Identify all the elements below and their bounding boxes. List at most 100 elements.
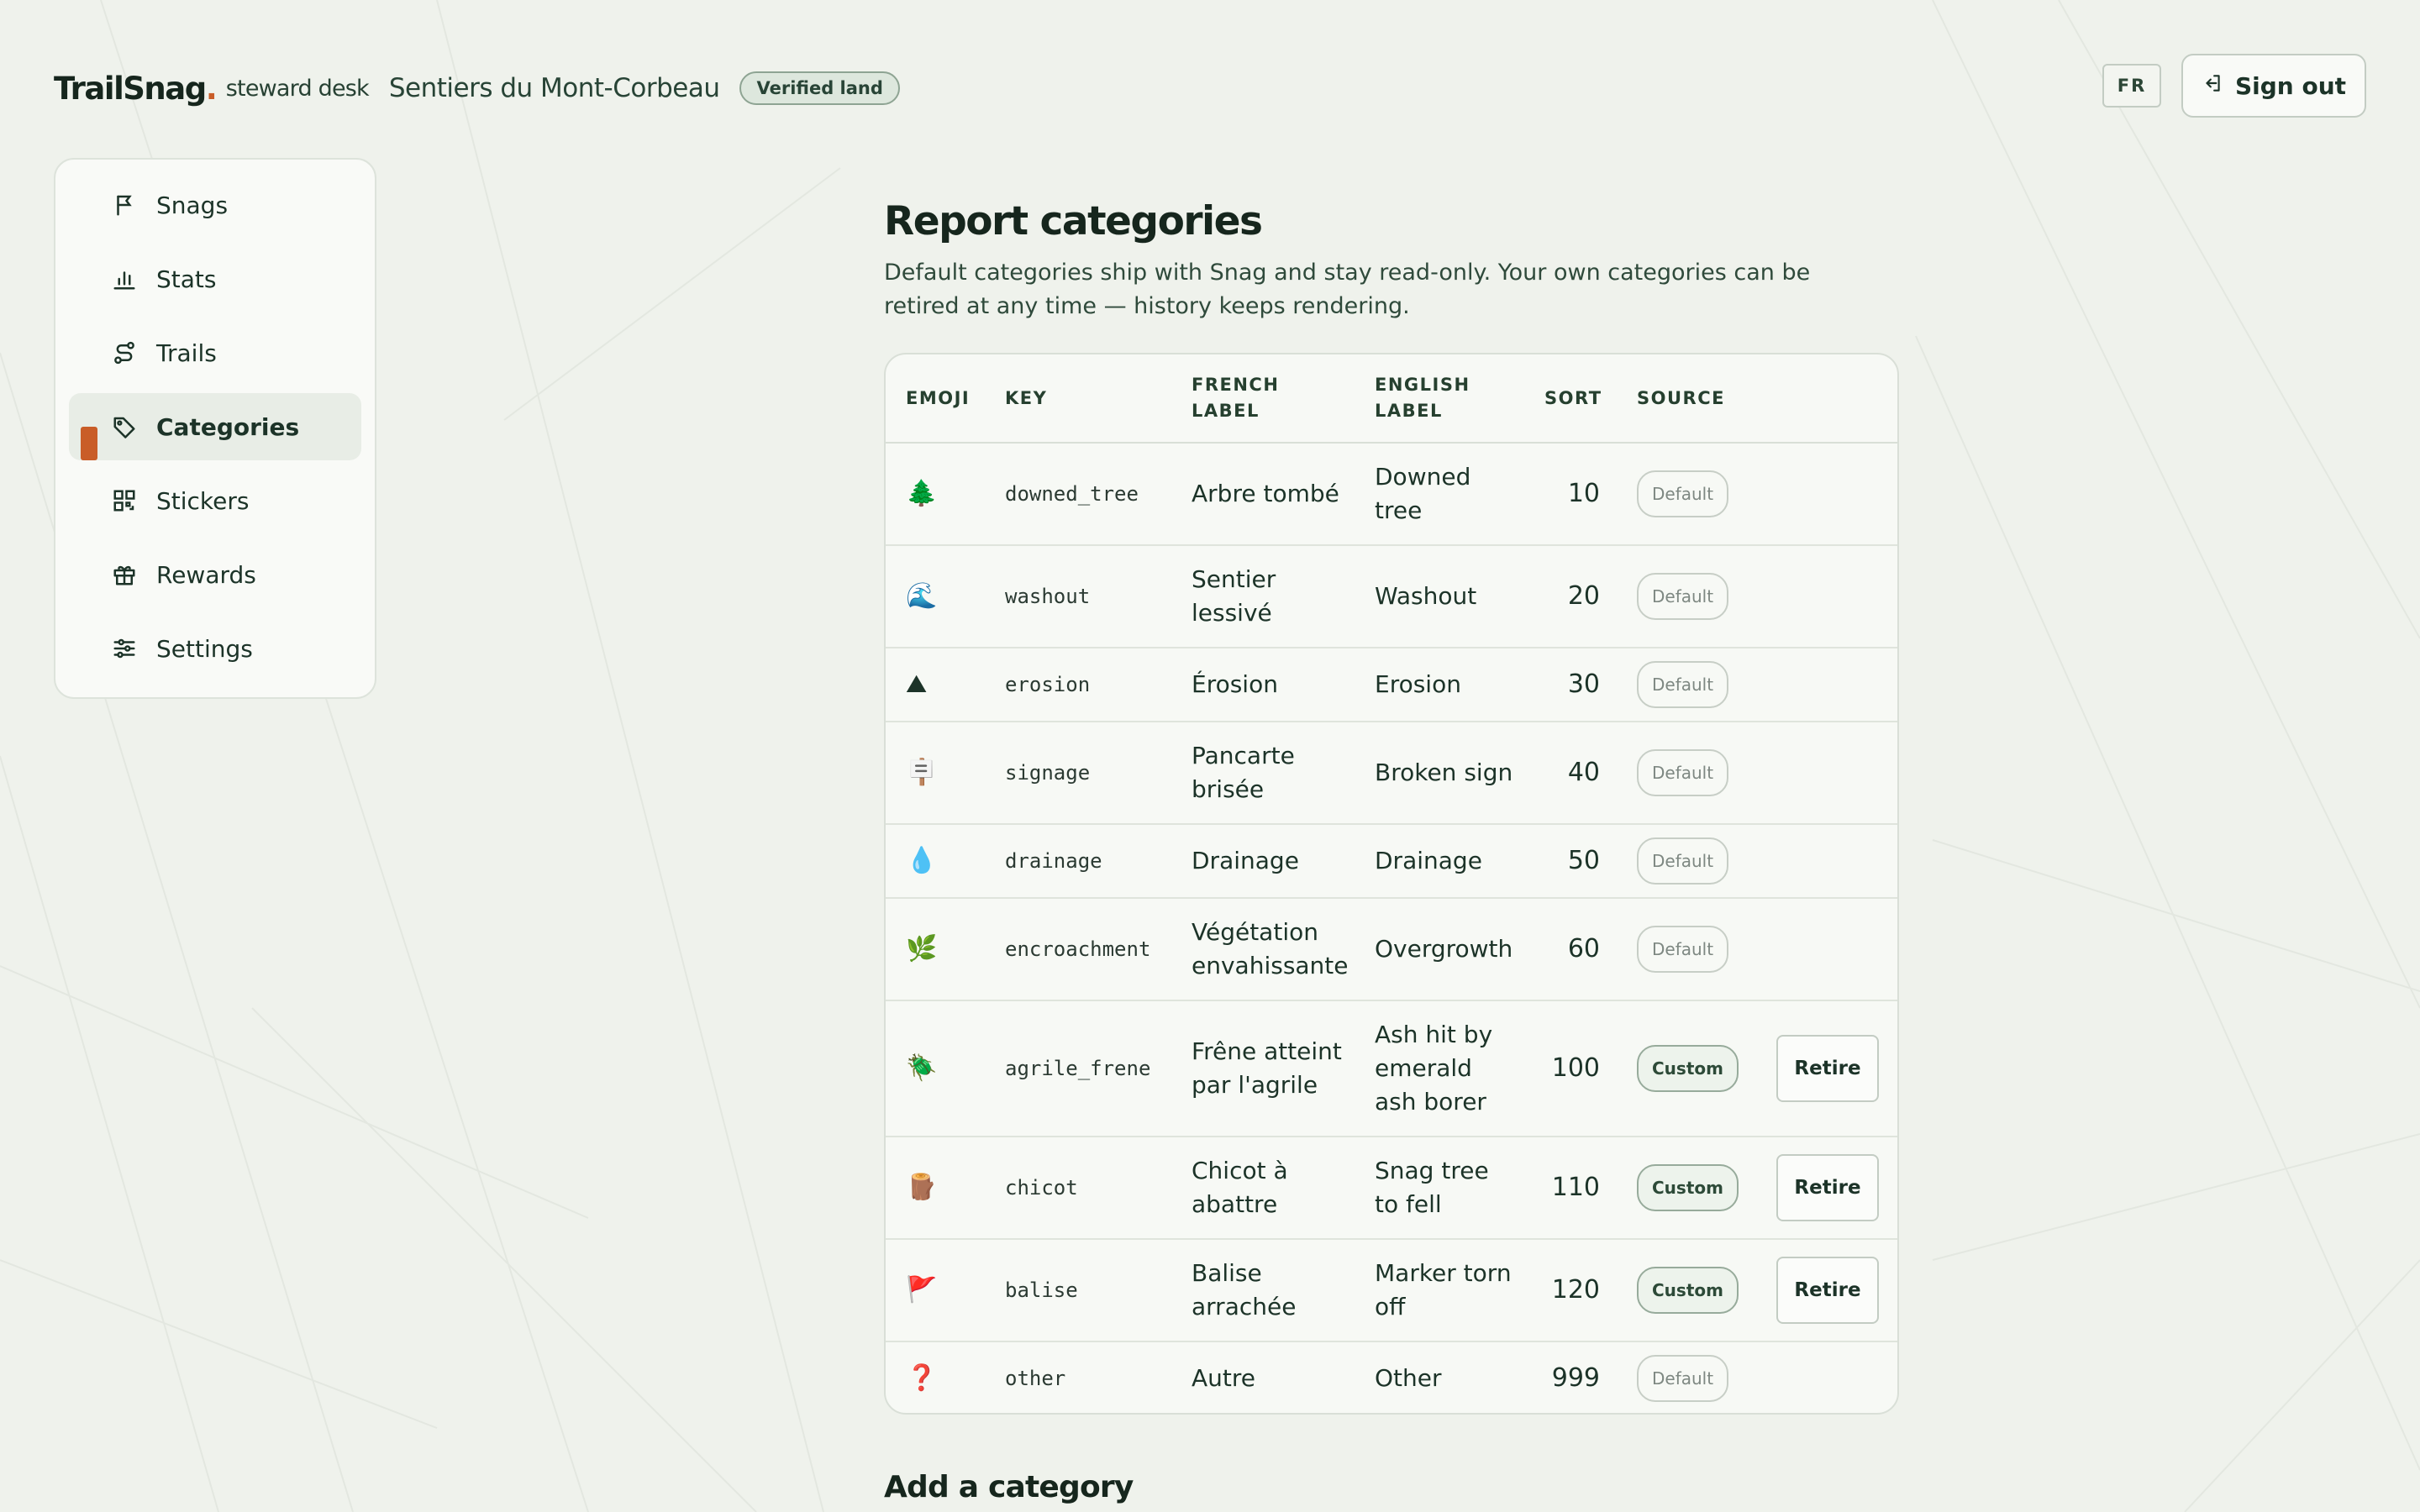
row-emoji: 🌊	[906, 581, 938, 611]
sidebar-item-categories[interactable]: Categories	[69, 393, 361, 460]
table-row: 🪵 chicot Chicot à abattre Snag tree to f…	[886, 1137, 1897, 1240]
site-name: Sentiers du Mont-Corbeau	[388, 73, 720, 103]
row-english-label: Washout	[1375, 582, 1477, 610]
table-header: EMOJI KEY FRENCH LABEL ENGLISH LABEL SORT …	[886, 354, 1897, 444]
row-source: Default	[1637, 825, 1729, 897]
row-english-label: Ash hit by emerald ash borer	[1375, 1021, 1493, 1116]
row-french-label: Sentier lessivé	[1192, 565, 1276, 627]
row-sort: 999	[1551, 1363, 1600, 1393]
row-sort: 120	[1551, 1275, 1600, 1305]
page-title: Report categories	[884, 198, 1263, 244]
language-label: FR	[2117, 76, 2147, 96]
main-content: Report categories Default categories shi…	[884, 198, 1899, 323]
retire-button[interactable]: Retire	[1776, 1154, 1879, 1221]
language-button[interactable]: FR	[2102, 64, 2161, 108]
row-source: Custom	[1637, 1137, 1739, 1238]
sidebar-item-stats[interactable]: Stats	[69, 245, 361, 312]
row-emoji: 🌲	[906, 479, 938, 508]
categories-table: EMOJI KEY FRENCH LABEL ENGLISH LABEL SORT …	[884, 353, 1899, 1415]
row-emoji: ⛰	[906, 669, 928, 699]
header-emoji: EMOJI	[906, 387, 971, 408]
row-sort: 40	[1567, 758, 1600, 787]
page-description: Default categories ship with Snag and st…	[884, 260, 1811, 319]
sidebar-item-settings[interactable]: Settings	[69, 615, 361, 682]
add-category-heading: Add a category	[884, 1470, 1134, 1504]
sign-out-icon	[2202, 72, 2223, 100]
row-sort: 30	[1567, 669, 1600, 699]
row-emoji: 🌿	[906, 934, 938, 963]
row-emoji: 💧	[906, 846, 938, 875]
row-key: encroachment	[1005, 937, 1151, 961]
flag-icon	[111, 192, 138, 218]
row-source: Custom	[1637, 1001, 1739, 1136]
logo-dot: .	[205, 70, 218, 107]
table-row: 🪲 agrile_frene Frêne atteint par l'agril…	[886, 1001, 1897, 1137]
logo[interactable]: TrailSnag	[54, 71, 207, 107]
source-badge: Default	[1637, 1355, 1729, 1402]
source-badge: Custom	[1637, 1164, 1739, 1211]
row-key: erosion	[1005, 673, 1091, 696]
row-emoji: 🪲	[906, 1053, 938, 1083]
row-key: signage	[1005, 761, 1091, 785]
sliders-icon	[111, 635, 138, 662]
row-french-label: Arbre tombé	[1192, 480, 1339, 507]
row-emoji: 🚩	[906, 1275, 938, 1305]
source-badge: Custom	[1637, 1267, 1739, 1314]
source-badge: Custom	[1637, 1045, 1739, 1092]
app-header: TrailSnag. steward desk Sentiers du Mont…	[54, 50, 900, 126]
header-french-label: FRENCH LABEL	[1192, 354, 1279, 442]
row-key: drainage	[1005, 849, 1102, 873]
row-sort: 110	[1551, 1173, 1600, 1202]
row-emoji: 🪵	[906, 1173, 938, 1202]
bar-chart-icon	[111, 265, 138, 292]
table-row: 🌿 encroachment Végétation envahissante O…	[886, 899, 1897, 1001]
header-english-line1: ENGLISH	[1375, 375, 1470, 395]
row-source: Default	[1637, 648, 1729, 721]
header-source: SOURCE	[1637, 387, 1725, 408]
table-row: ⛰ erosion Érosion Erosion 30 Default	[886, 648, 1897, 722]
sidebar-item-label: Rewards	[156, 560, 256, 589]
row-key: chicot	[1005, 1176, 1078, 1200]
sidebar-item-stickers[interactable]: Stickers	[69, 467, 361, 534]
row-emoji: ❓	[906, 1363, 938, 1393]
source-badge: Default	[1637, 837, 1729, 885]
row-emoji: 🪧	[906, 758, 938, 787]
row-action: Retire	[1776, 1001, 1879, 1136]
row-french-label: Pancarte brisée	[1192, 742, 1295, 803]
table-row: 🌲 downed_tree Arbre tombé Downed tree 10…	[886, 444, 1897, 546]
row-english-label: Erosion	[1375, 670, 1461, 698]
row-source: Default	[1637, 722, 1729, 823]
table-row: 🚩 balise Balise arrachée Marker torn off…	[886, 1240, 1897, 1342]
gift-icon	[111, 561, 138, 588]
row-english-label: Overgrowth	[1375, 935, 1513, 963]
row-key: other	[1005, 1367, 1066, 1390]
sidebar-item-snags[interactable]: Snags	[69, 171, 361, 239]
row-key: downed_tree	[1005, 482, 1139, 506]
source-badge: Default	[1637, 661, 1729, 708]
sidebar-item-label: Stats	[156, 265, 217, 293]
retire-button[interactable]: Retire	[1776, 1257, 1879, 1324]
row-english-label: Snag tree to fell	[1375, 1157, 1489, 1218]
row-sort: 10	[1567, 479, 1600, 508]
header-english-label: ENGLISH LABEL	[1375, 354, 1470, 442]
retire-button[interactable]: Retire	[1776, 1035, 1879, 1102]
row-english-label: Marker torn off	[1375, 1259, 1512, 1320]
source-badge: Default	[1637, 749, 1729, 796]
row-action: Retire	[1776, 1240, 1879, 1341]
sign-out-button[interactable]: Sign out	[2181, 54, 2366, 118]
row-source: Default	[1637, 899, 1729, 1000]
table-row: 🌊 washout Sentier lessivé Washout 20 Def…	[886, 546, 1897, 648]
row-source: Default	[1637, 1342, 1729, 1413]
source-badge: Default	[1637, 573, 1729, 620]
row-french-label: Chicot à abattre	[1192, 1157, 1288, 1218]
logo-subtitle: steward desk	[225, 75, 370, 102]
sidebar-item-trails[interactable]: Trails	[69, 319, 361, 386]
header-english-line2: LABEL	[1375, 401, 1443, 421]
qr-code-icon	[111, 487, 138, 514]
row-sort: 60	[1567, 934, 1600, 963]
sidebar-item-rewards[interactable]: Rewards	[69, 541, 361, 608]
source-badge: Default	[1637, 470, 1729, 517]
row-french-label: Érosion	[1192, 670, 1278, 698]
header-french-line2: LABEL	[1192, 401, 1260, 421]
table-row: ❓ other Autre Other 999 Default	[886, 1342, 1897, 1413]
